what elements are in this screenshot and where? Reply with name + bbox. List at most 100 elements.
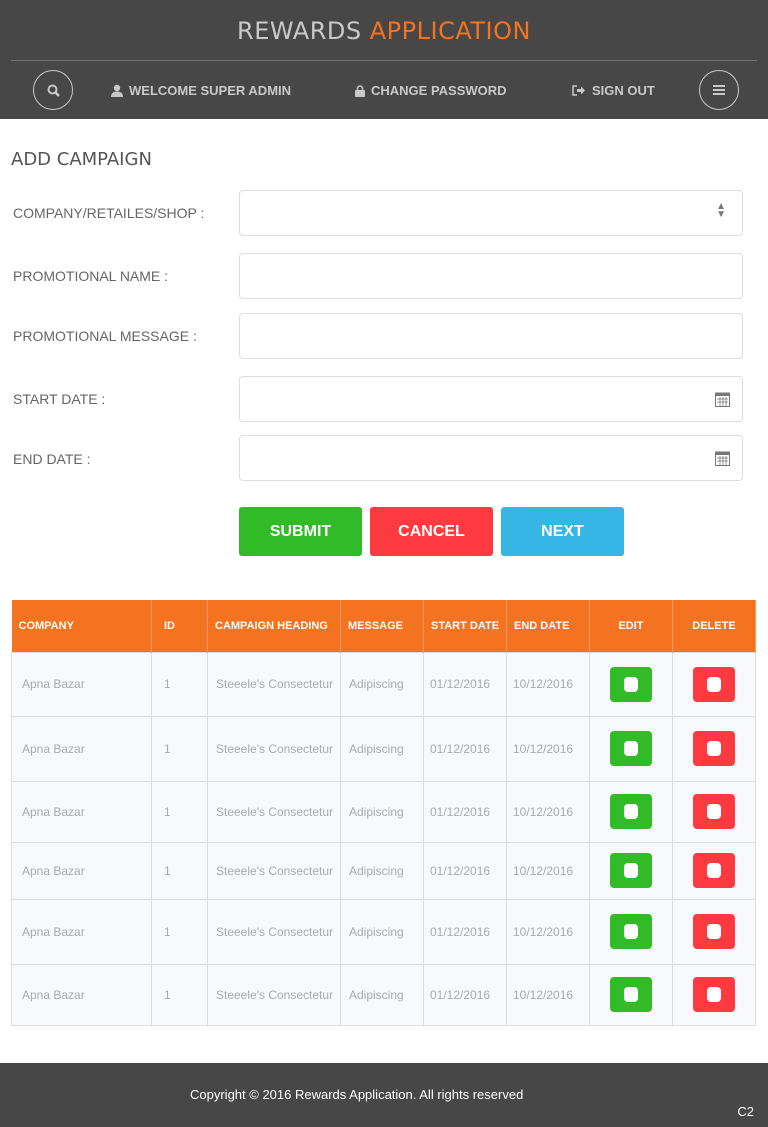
delete-button[interactable]: [693, 853, 735, 888]
table-cell: 01/12/2016: [423, 780, 507, 843]
footer-corner-label: C2: [737, 1104, 754, 1119]
table-cell: Apna Bazar: [11, 651, 152, 717]
table-cell: 01/12/2016: [423, 963, 507, 1026]
sign-out-link[interactable]: SIGN OUT: [572, 83, 655, 98]
table-cell: 1: [151, 651, 208, 717]
table-cell: Steeele's Consectetur: [207, 715, 341, 782]
delete-button[interactable]: [693, 794, 735, 829]
menu-button[interactable]: [699, 70, 739, 110]
delete-button[interactable]: [693, 731, 735, 766]
change-password-link[interactable]: CHANGE PASSWORD: [355, 83, 507, 98]
table-row: Apna Bazar 1 Steeele's Consectetur Adipisci…: [11, 651, 756, 717]
search-icon: [47, 84, 60, 97]
column-header: MESSAGE: [340, 600, 424, 652]
menu-icon: [713, 85, 725, 95]
promo-name-input[interactable]: [239, 253, 743, 299]
table-cell: [672, 780, 756, 843]
table-cell: [589, 780, 673, 843]
table-cell: [672, 841, 756, 900]
table-row: Apna Bazar 1 Steeele's Consectetur Adipisci…: [11, 898, 756, 965]
promo-message-label: PROMOTIONAL MESSAGE :: [13, 328, 197, 344]
column-header: START DATE: [423, 600, 507, 652]
submit-button[interactable]: SUBMIT: [239, 507, 362, 556]
table-cell: Steeele's Consectetur: [207, 963, 341, 1026]
edit-button[interactable]: [610, 853, 652, 888]
welcome-link[interactable]: WELCOME SUPER ADMIN: [111, 83, 291, 98]
lock-icon: [355, 84, 365, 97]
table-cell: Apna Bazar: [11, 780, 152, 843]
table-cell: [672, 898, 756, 965]
select-arrows-icon: ▲ ▼: [716, 201, 726, 220]
table-cell: Apna Bazar: [11, 841, 152, 900]
table-cell: 1: [151, 841, 208, 900]
delete-button[interactable]: [693, 914, 735, 949]
table-cell: 10/12/2016: [506, 651, 590, 717]
edit-button[interactable]: [610, 794, 652, 829]
table-cell: Adipiscing: [340, 651, 424, 717]
calendar-icon[interactable]: [715, 391, 730, 407]
copyright-text: Copyright © 2016 Rewards Application. Al…: [190, 1087, 524, 1102]
table-cell: 1: [151, 963, 208, 1026]
calendar-icon[interactable]: [715, 450, 730, 466]
start-date-input[interactable]: [239, 376, 743, 422]
table-cell: Adipiscing: [340, 841, 424, 900]
search-button[interactable]: [33, 70, 73, 110]
column-header: END DATE: [506, 600, 590, 652]
table-cell: Steeele's Consectetur: [207, 841, 341, 900]
table-cell: Steeele's Consectetur: [207, 651, 341, 717]
user-icon: [111, 84, 123, 97]
table-cell: [672, 715, 756, 782]
table-cell: Steeele's Consectetur: [207, 898, 341, 965]
edit-button[interactable]: [610, 977, 652, 1012]
table-row: Apna Bazar 1 Steeele's Consectetur Adipisci…: [11, 780, 756, 843]
company-label: COMPANY/RETAILES/SHOP :: [13, 205, 205, 221]
end-date-label: END DATE :: [13, 451, 91, 467]
edit-button[interactable]: [610, 666, 652, 702]
sign-out-icon: [572, 85, 585, 96]
table-cell: 10/12/2016: [506, 715, 590, 782]
table-cell: 01/12/2016: [423, 715, 507, 782]
table-cell: [589, 651, 673, 717]
table-cell: 10/12/2016: [506, 841, 590, 900]
table-row: Apna Bazar 1 Steeele's Consectetur Adipisci…: [11, 715, 756, 782]
delete-button[interactable]: [693, 666, 735, 702]
column-header: COMPANY: [11, 600, 152, 652]
table-cell: [672, 651, 756, 717]
page-title: ADD CAMPAIGN: [11, 149, 152, 170]
table-cell: 10/12/2016: [506, 963, 590, 1026]
company-select[interactable]: ▲ ▼: [239, 190, 743, 236]
table-cell: Apna Bazar: [11, 963, 152, 1026]
footer: Copyright © 2016 Rewards Application. Al…: [0, 1063, 768, 1127]
table-cell: [589, 963, 673, 1026]
column-header: CAMPAIGN HEADING: [207, 600, 341, 652]
campaign-table: COMPANY ID CAMPAIGN HEADING MESSAGE START DA…: [11, 600, 756, 1026]
start-date-label: START DATE :: [13, 391, 106, 407]
table-cell: 1: [151, 780, 208, 843]
table-cell: [589, 715, 673, 782]
next-button[interactable]: NEXT: [501, 507, 624, 556]
column-header: ID: [151, 600, 208, 652]
table-cell: Adipiscing: [340, 963, 424, 1026]
brand-title: REWARDS APPLICATION: [237, 17, 531, 45]
table-row: Apna Bazar 1 Steeele's Consectetur Adipisci…: [11, 963, 756, 1026]
column-header: EDIT: [589, 600, 673, 652]
edit-button[interactable]: [610, 914, 652, 949]
table-cell: 01/12/2016: [423, 651, 507, 717]
table-cell: [589, 841, 673, 900]
table-cell: Adipiscing: [340, 780, 424, 843]
edit-button[interactable]: [610, 731, 652, 766]
end-date-input[interactable]: [239, 435, 743, 481]
cancel-button[interactable]: CANCEL: [370, 507, 493, 556]
table-cell: Steeele's Consectetur: [207, 780, 341, 843]
promo-name-label: PROMOTIONAL NAME :: [13, 268, 169, 284]
table-cell: [589, 898, 673, 965]
table-row: Apna Bazar 1 Steeele's Consectetur Adipisci…: [11, 841, 756, 900]
header: REWARDS APPLICATION WELCOME SUPER ADMIN …: [0, 0, 768, 119]
table-cell: 01/12/2016: [423, 841, 507, 900]
table-cell: Apna Bazar: [11, 715, 152, 782]
table-cell: [672, 963, 756, 1026]
delete-button[interactable]: [693, 977, 735, 1012]
table-cell: Adipiscing: [340, 898, 424, 965]
promo-message-input[interactable]: [239, 313, 743, 359]
column-header: DELETE: [672, 600, 756, 652]
